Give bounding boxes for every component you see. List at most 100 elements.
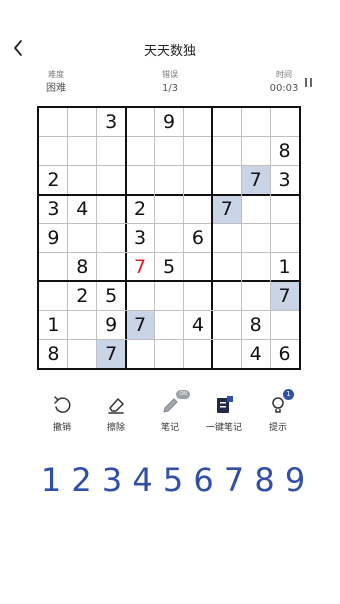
board-cell-r1c3[interactable]: 3 — [97, 108, 126, 137]
board-cell-r9c2[interactable] — [68, 339, 97, 368]
board-cell-r5c5[interactable] — [155, 224, 184, 253]
board-cell-r4c3[interactable] — [97, 195, 126, 224]
board-cell-r8c7[interactable] — [212, 310, 241, 339]
board-cell-r7c4[interactable] — [126, 281, 155, 310]
board-cell-r2c9[interactable]: 8 — [270, 137, 299, 166]
board-cell-r2c6[interactable] — [183, 137, 212, 166]
board-cell-r2c5[interactable] — [155, 137, 184, 166]
board-cell-r7c2[interactable]: 2 — [68, 281, 97, 310]
board-cell-r7c8[interactable] — [241, 281, 270, 310]
board-cell-r8c6[interactable]: 4 — [183, 310, 212, 339]
board-cell-r8c3[interactable]: 9 — [97, 310, 126, 339]
board-cell-r6c5[interactable]: 5 — [155, 252, 184, 281]
board-cell-r3c9[interactable]: 3 — [270, 166, 299, 195]
board-cell-r1c6[interactable] — [183, 108, 212, 137]
undo-icon — [50, 394, 74, 416]
board-cell-r8c2[interactable] — [68, 310, 97, 339]
board-cell-r1c9[interactable] — [270, 108, 299, 137]
board-cell-r4c6[interactable] — [183, 195, 212, 224]
board-cell-r5c7[interactable] — [212, 224, 241, 253]
board-cell-r9c1[interactable]: 8 — [39, 339, 68, 368]
board-cell-r1c5[interactable]: 9 — [155, 108, 184, 137]
board-cell-r2c2[interactable] — [68, 137, 97, 166]
board-cell-r6c1[interactable] — [39, 252, 68, 281]
hint-button[interactable]: 1 提示 — [250, 389, 306, 433]
quick-notes-button[interactable]: 一键笔记 — [196, 394, 252, 433]
board-cell-r3c1[interactable]: 2 — [39, 166, 68, 195]
erase-button[interactable]: 擦除 — [88, 394, 144, 433]
board-cell-r4c8[interactable] — [241, 195, 270, 224]
quick-notes-icon — [212, 394, 236, 416]
number-key-4[interactable]: 4 — [130, 458, 156, 502]
board-cell-r7c3[interactable]: 5 — [97, 281, 126, 310]
board-cell-r4c2[interactable]: 4 — [68, 195, 97, 224]
board-cell-r3c2[interactable] — [68, 166, 97, 195]
board-cell-r3c5[interactable] — [155, 166, 184, 195]
board-cell-r2c8[interactable] — [241, 137, 270, 166]
number-key-6[interactable]: 6 — [191, 458, 217, 502]
number-key-9[interactable]: 9 — [282, 458, 308, 502]
board-cell-r4c9[interactable] — [270, 195, 299, 224]
board-cell-r8c1[interactable]: 1 — [39, 310, 68, 339]
board-cell-r5c1[interactable]: 9 — [39, 224, 68, 253]
number-key-8[interactable]: 8 — [252, 458, 278, 502]
board-cell-r2c7[interactable] — [212, 137, 241, 166]
pause-button[interactable] — [304, 78, 314, 90]
number-key-5[interactable]: 5 — [160, 458, 186, 502]
board-cell-r3c3[interactable] — [97, 166, 126, 195]
board-cell-r3c6[interactable] — [183, 166, 212, 195]
number-key-7[interactable]: 7 — [221, 458, 247, 502]
board-cell-r6c9[interactable]: 1 — [270, 252, 299, 281]
header: 天天数独 — [0, 30, 340, 66]
undo-button[interactable]: 撤销 — [34, 394, 90, 433]
board-cell-r4c5[interactable] — [155, 195, 184, 224]
number-key-1[interactable]: 1 — [38, 458, 64, 502]
board-cell-r3c8[interactable]: 7 — [241, 165, 271, 195]
board-cell-r1c8[interactable] — [241, 108, 270, 137]
number-pad: 123456789 — [38, 458, 308, 502]
board-cell-r5c8[interactable] — [241, 224, 270, 253]
board-cell-r9c8[interactable]: 4 — [241, 339, 270, 368]
board-cell-r3c4[interactable] — [126, 166, 155, 195]
board-cell-r8c9[interactable] — [270, 310, 299, 339]
board-cell-r9c5[interactable] — [155, 339, 184, 368]
board-cell-r1c1[interactable] — [39, 108, 68, 137]
board-cell-r7c7[interactable] — [212, 281, 241, 310]
board-cell-r1c2[interactable] — [68, 108, 97, 137]
board-cell-r6c6[interactable] — [183, 252, 212, 281]
board-cell-r6c3[interactable] — [97, 252, 126, 281]
board-cell-r7c6[interactable] — [183, 281, 212, 310]
board-cell-r9c9[interactable]: 6 — [270, 339, 299, 368]
board-cell-r7c1[interactable] — [39, 281, 68, 310]
board-cell-r9c7[interactable] — [212, 339, 241, 368]
board-cell-r5c6[interactable]: 6 — [183, 224, 212, 253]
board-cell-r7c5[interactable] — [155, 281, 184, 310]
board-cell-r2c3[interactable] — [97, 137, 126, 166]
board-cell-r2c4[interactable] — [126, 137, 155, 166]
number-key-2[interactable]: 2 — [69, 458, 95, 502]
board-cell-r5c9[interactable] — [270, 224, 299, 253]
board-cell-r4c4[interactable]: 2 — [126, 195, 155, 224]
board-cell-r5c2[interactable] — [68, 224, 97, 253]
notes-button[interactable]: ON 笔记 — [142, 390, 198, 433]
number-key-3[interactable]: 3 — [99, 458, 125, 502]
board-cell-r6c8[interactable] — [241, 252, 270, 281]
board-cell-r6c2[interactable]: 8 — [68, 252, 97, 281]
board-cell-r8c4[interactable]: 7 — [125, 310, 155, 340]
board-cell-r4c7[interactable]: 7 — [212, 194, 242, 224]
board-cell-r3c7[interactable] — [212, 166, 241, 195]
board-cell-r1c7[interactable] — [212, 108, 241, 137]
board-cell-r6c4[interactable]: 7 — [126, 252, 155, 281]
board-cell-r8c5[interactable] — [155, 310, 184, 339]
board-cell-r7c9[interactable]: 7 — [270, 281, 299, 311]
board-cell-r5c3[interactable] — [97, 224, 126, 253]
board-cell-r9c3[interactable]: 7 — [96, 339, 126, 368]
board-cell-r4c1[interactable]: 3 — [39, 195, 68, 224]
board-cell-r9c6[interactable] — [183, 339, 212, 368]
board-cell-r5c4[interactable]: 3 — [126, 224, 155, 253]
board-cell-r1c4[interactable] — [126, 108, 155, 137]
board-cell-r8c8[interactable]: 8 — [241, 310, 270, 339]
board-cell-r6c7[interactable] — [212, 252, 241, 281]
board-cell-r9c4[interactable] — [126, 339, 155, 368]
board-cell-r2c1[interactable] — [39, 137, 68, 166]
